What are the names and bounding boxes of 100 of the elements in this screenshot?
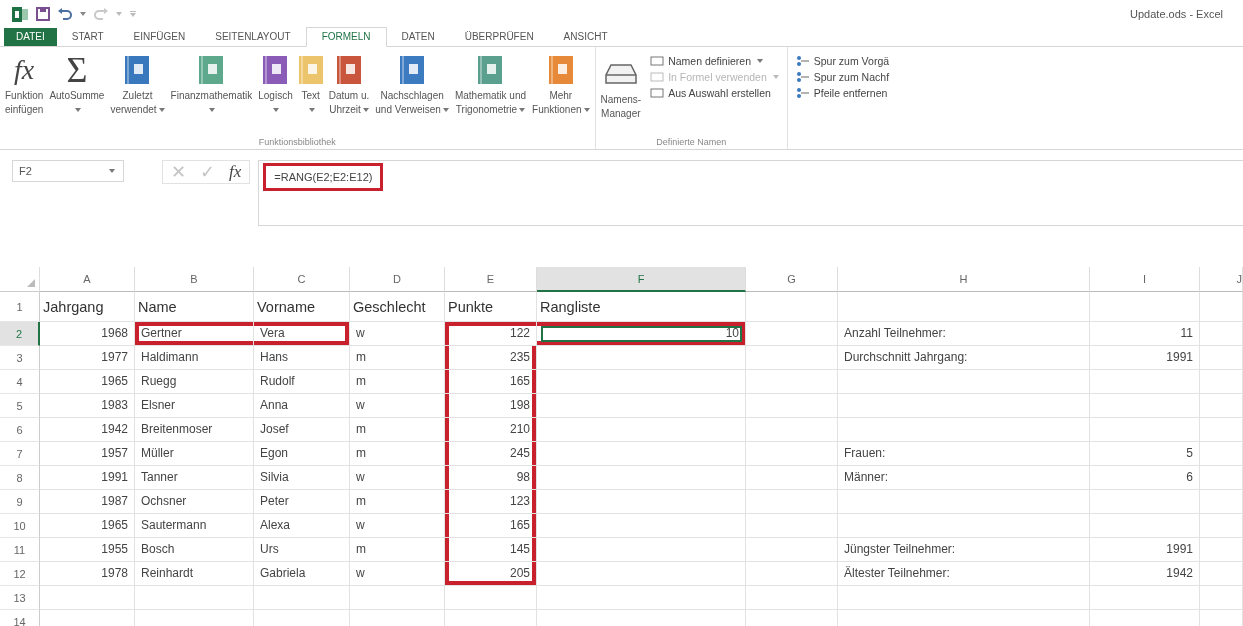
select-all-icon[interactable] [27, 279, 35, 287]
name-box[interactable]: F2 [12, 160, 124, 182]
row-header[interactable]: 7 [0, 442, 40, 466]
formula-text: =RANG(E2;E2:E12) [263, 163, 384, 191]
row-header[interactable]: 10 [0, 514, 40, 538]
formula-input[interactable]: =RANG(E2;E2:E12) [258, 160, 1243, 226]
table-cell: Breitenmoser [135, 418, 254, 442]
excel-logo-icon [12, 6, 28, 22]
table-cell: 1955 [40, 538, 135, 562]
ribbon-button[interactable]: Mehr Funktionen [529, 51, 593, 117]
table-cell: Ochsner [135, 490, 254, 514]
ribbon-button[interactable]: Zuletzt verwendet [107, 51, 168, 117]
table-cell: 235 [445, 346, 537, 370]
ribbon-button[interactable]: Logisch [255, 51, 296, 117]
table-cell: 1942 [40, 418, 135, 442]
ribbon-item[interactable]: Pfeile entfernen [795, 87, 890, 99]
label-icon [650, 87, 665, 99]
column-header[interactable]: B [135, 267, 254, 292]
table-cell: 1942 [1090, 562, 1200, 586]
table-cell: Ältester Teilnehmer: [838, 562, 1090, 586]
insert-function-button[interactable]: fx [229, 162, 242, 182]
table-cell: m [350, 418, 445, 442]
table-cell: Ruegg [135, 370, 254, 394]
table-cell [1200, 562, 1243, 586]
table-cell: Name [135, 292, 254, 322]
table-cell: Gabriela [254, 562, 350, 586]
table-cell: Anna [254, 394, 350, 418]
row-header[interactable]: 2 [0, 322, 40, 346]
ribbon-button[interactable]: Mathematik und Trigonometrie [451, 51, 530, 117]
ribbon-button[interactable]: Finanzmathematik [167, 51, 256, 117]
column-header[interactable]: I [1090, 267, 1200, 292]
row-header[interactable]: 11 [0, 538, 40, 562]
ribbon-tab[interactable]: ÜBERPRÜFEN [449, 28, 549, 46]
row-header[interactable]: 14 [0, 610, 40, 626]
table-cell: Müller [135, 442, 254, 466]
row-header[interactable]: 13 [0, 586, 40, 610]
row-header[interactable]: 3 [0, 346, 40, 370]
ribbon-button[interactable]: fx Funktion einfügen [2, 51, 47, 117]
caret-icon [109, 169, 115, 173]
table-cell: 98 [445, 466, 537, 490]
row-header[interactable]: 6 [0, 418, 40, 442]
row-header[interactable]: 12 [0, 562, 40, 586]
redo-icon[interactable] [94, 8, 108, 20]
ribbon-button[interactable]: Nachschlagen und Verweisen [372, 51, 452, 117]
group-label: Definierte Namen [655, 137, 728, 147]
table-cell [1200, 538, 1243, 562]
column-header[interactable]: G [746, 267, 838, 292]
ribbon-item[interactable]: Spur zum Vorgä [795, 55, 890, 67]
table-cell: 123 [445, 490, 537, 514]
table-cell: 205 [445, 562, 537, 586]
table-cell: 1991 [40, 466, 135, 490]
column-header[interactable]: A [40, 267, 135, 292]
trace-arrow-icon [795, 55, 810, 67]
ribbon-tab[interactable]: ANSICHT [548, 28, 623, 46]
table-cell: m [350, 538, 445, 562]
column-header[interactable]: J [1200, 267, 1243, 292]
table-cell: m [350, 346, 445, 370]
ribbon-button[interactable]: Σ AutoSumme [46, 51, 108, 117]
caret-icon[interactable] [80, 12, 86, 16]
trace-arrow-icon [795, 87, 810, 99]
row-header[interactable]: 5 [0, 394, 40, 418]
table-cell: Peter [254, 490, 350, 514]
undo-icon[interactable] [58, 8, 72, 20]
ribbon-item[interactable]: Namen definieren [650, 55, 779, 67]
name-manager-button[interactable]: Namens- Manager [597, 51, 645, 121]
row-header[interactable]: 4 [0, 370, 40, 394]
table-cell: Egon [254, 442, 350, 466]
table-cell: 198 [445, 394, 537, 418]
table-cell: Alexa [254, 514, 350, 538]
table-cell: Josef [254, 418, 350, 442]
column-header[interactable]: H [838, 267, 1090, 292]
table-cell: 1965 [40, 370, 135, 394]
ribbon-tab[interactable]: EINFÜGEN [118, 28, 201, 46]
row-header[interactable]: 8 [0, 466, 40, 490]
column-header[interactable]: F [537, 267, 746, 292]
column-header[interactable]: C [254, 267, 350, 292]
box-icon [604, 63, 637, 85]
ribbon-tab[interactable]: DATEI [4, 28, 57, 46]
table-cell: 5 [1090, 442, 1200, 466]
table-cell: 145 [445, 538, 537, 562]
ribbon-button[interactable]: Text [295, 51, 326, 117]
table-cell: Rudolf [254, 370, 350, 394]
ribbon-item[interactable]: Spur zum Nachf [795, 71, 890, 83]
ribbon-tab[interactable]: FORMELN [305, 27, 387, 47]
ribbon-tab[interactable]: DATEN [386, 28, 450, 46]
caret-icon[interactable] [116, 12, 122, 16]
table-cell: w [350, 322, 445, 346]
row-header[interactable]: 9 [0, 490, 40, 514]
table-cell: w [350, 466, 445, 490]
ribbon-item[interactable]: Aus Auswahl erstellen [650, 87, 779, 99]
table-cell: Bosch [135, 538, 254, 562]
ribbon-button[interactable]: Datum u. Uhrzeit [325, 51, 373, 117]
table-cell: 1991 [1090, 538, 1200, 562]
column-header[interactable]: D [350, 267, 445, 292]
ribbon-tab[interactable]: SEITENLAYOUT [200, 28, 306, 46]
save-icon[interactable] [36, 7, 50, 21]
table-cell: 1965 [40, 514, 135, 538]
ribbon-tab[interactable]: START [56, 28, 119, 46]
table-cell [1200, 490, 1243, 514]
customize-caret-icon[interactable] [130, 11, 136, 17]
